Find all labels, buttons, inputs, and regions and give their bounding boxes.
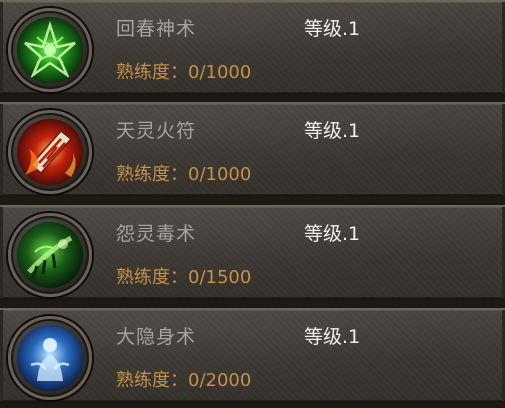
skill-icon-frame	[8, 8, 92, 92]
fire-talisman-icon	[17, 119, 83, 185]
skill-icon-frame	[8, 110, 92, 194]
skill-name: 回春神术	[116, 18, 197, 40]
skill-icon-frame	[8, 316, 92, 400]
blue-stealth-figure-icon	[17, 325, 83, 391]
skill-name: 大隐身术	[116, 326, 197, 348]
poison-claw-icon	[17, 222, 83, 288]
skill-name: 怨灵毒术	[116, 223, 197, 245]
skill-proficiency: 熟练度：0/1500	[116, 267, 252, 288]
skill-icon-frame	[8, 213, 92, 297]
skill-row[interactable]: 回春神术 等级.1 熟练度：0/1000	[0, 0, 505, 95]
skill-row[interactable]: 大隐身术 等级.1 熟练度：0/2000	[0, 308, 505, 403]
skill-name: 天灵火符	[116, 120, 197, 142]
skill-row[interactable]: 天灵火符 等级.1 熟练度：0/1000	[0, 102, 505, 197]
skill-list: 回春神术 等级.1 熟练度：0/1000 天灵火符 等级.1 熟练度：0/100…	[0, 0, 505, 408]
skill-level: 等级.1	[304, 120, 361, 142]
skill-row[interactable]: 怨灵毒术 等级.1 熟练度：0/1500	[0, 205, 505, 300]
skill-level: 等级.1	[304, 326, 361, 348]
skill-proficiency: 熟练度：0/1000	[116, 164, 252, 185]
skill-proficiency: 熟练度：0/1000	[116, 62, 252, 83]
skill-level: 等级.1	[304, 223, 361, 245]
skill-level: 等级.1	[304, 18, 361, 40]
skill-proficiency: 熟练度：0/2000	[116, 370, 252, 391]
green-healing-rune-icon	[17, 17, 83, 83]
